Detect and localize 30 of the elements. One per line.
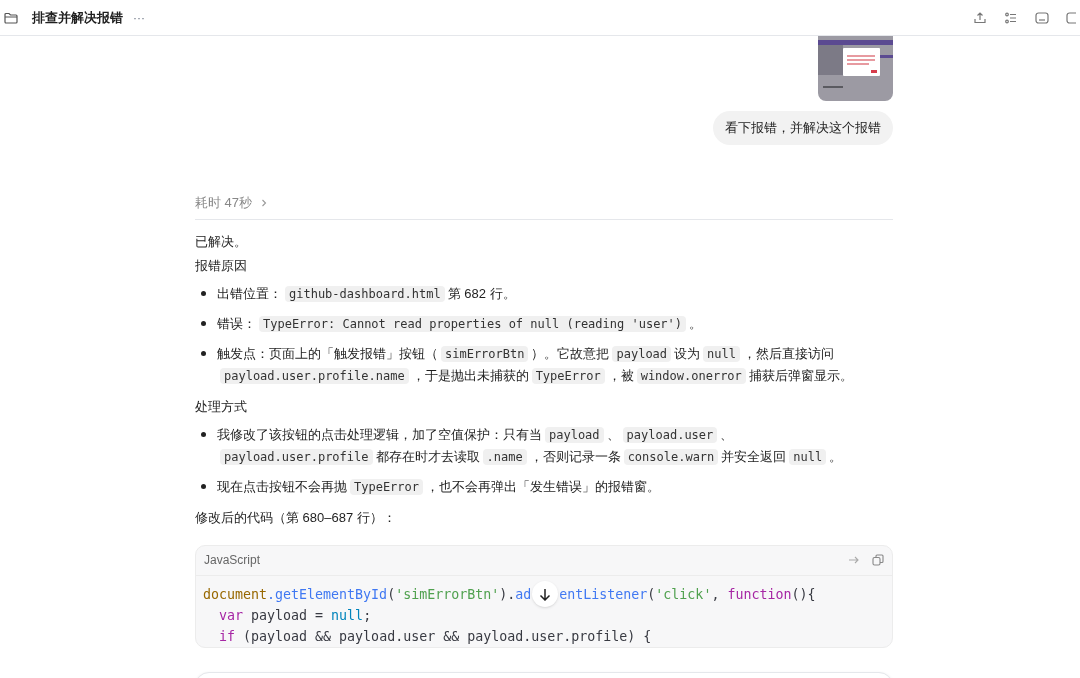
section-heading: 处理方式 — [195, 397, 248, 416]
code-language: JavaScript — [204, 552, 261, 569]
bullet-icon — [201, 431, 206, 437]
paragraph: 已解决。 — [195, 232, 248, 251]
duration-toggle[interactable]: 耗时 47秒 — [195, 193, 269, 213]
panel-icon[interactable] — [1035, 11, 1049, 24]
more-button[interactable]: ··· — [133, 8, 145, 27]
conversation-title: 排查并解决报错 — [32, 8, 123, 27]
code-text: var payload = null; — [218, 606, 372, 625]
bullet-icon — [201, 320, 206, 326]
list-item-text: 出错位置： github-dashboard.html 第 682 行。 — [217, 284, 517, 304]
section-heading: 报错原因 — [195, 256, 248, 275]
list-icon[interactable] — [1004, 10, 1018, 25]
folder-icon[interactable] — [4, 11, 18, 24]
paragraph: 修改后的代码（第 680–687 行）： — [195, 508, 397, 527]
scroll-down-button[interactable] — [532, 581, 559, 607]
window-icon[interactable] — [1066, 11, 1076, 24]
code-text: entListener('click', function(){ — [559, 585, 816, 604]
list-item-text: 我修改了该按钮的点击处理逻辑，加了空值保护：只有当 payload 、 payload.user 、 payload.user.profile 都存在时才去读取 .name ，否则记录一条 console.warn 并安全返回 null 。 — [217, 425, 844, 467]
list-item-text: 现在点击按钮不会再抛 TypeError ，也不会再弹出「发生错误」的报错窗。 — [217, 477, 662, 497]
bullet-icon — [201, 290, 206, 296]
bullet-icon — [201, 350, 206, 356]
user-message: 看下报错，并解决这个报错 — [713, 111, 893, 145]
share-icon[interactable] — [973, 10, 987, 25]
code-text: document.getElementById('simErrorBtn').ad — [203, 585, 532, 604]
arrow-down-icon — [539, 587, 552, 601]
bullet-icon — [201, 483, 206, 489]
code-text: if (payload && payload.user && payload.user.profile) { — [218, 627, 652, 646]
list-item-text: 触发点：页面上的「触发报错」按钮（ simErrorBtn ）。它故意把 payload 设为 null ，然后直接访问 payload.user.profile.name ，于是抛出未捕获的 TypeError ，被 window.onerror 捕获后弹窗显示。 — [217, 344, 854, 386]
copy-icon[interactable] — [872, 554, 884, 566]
